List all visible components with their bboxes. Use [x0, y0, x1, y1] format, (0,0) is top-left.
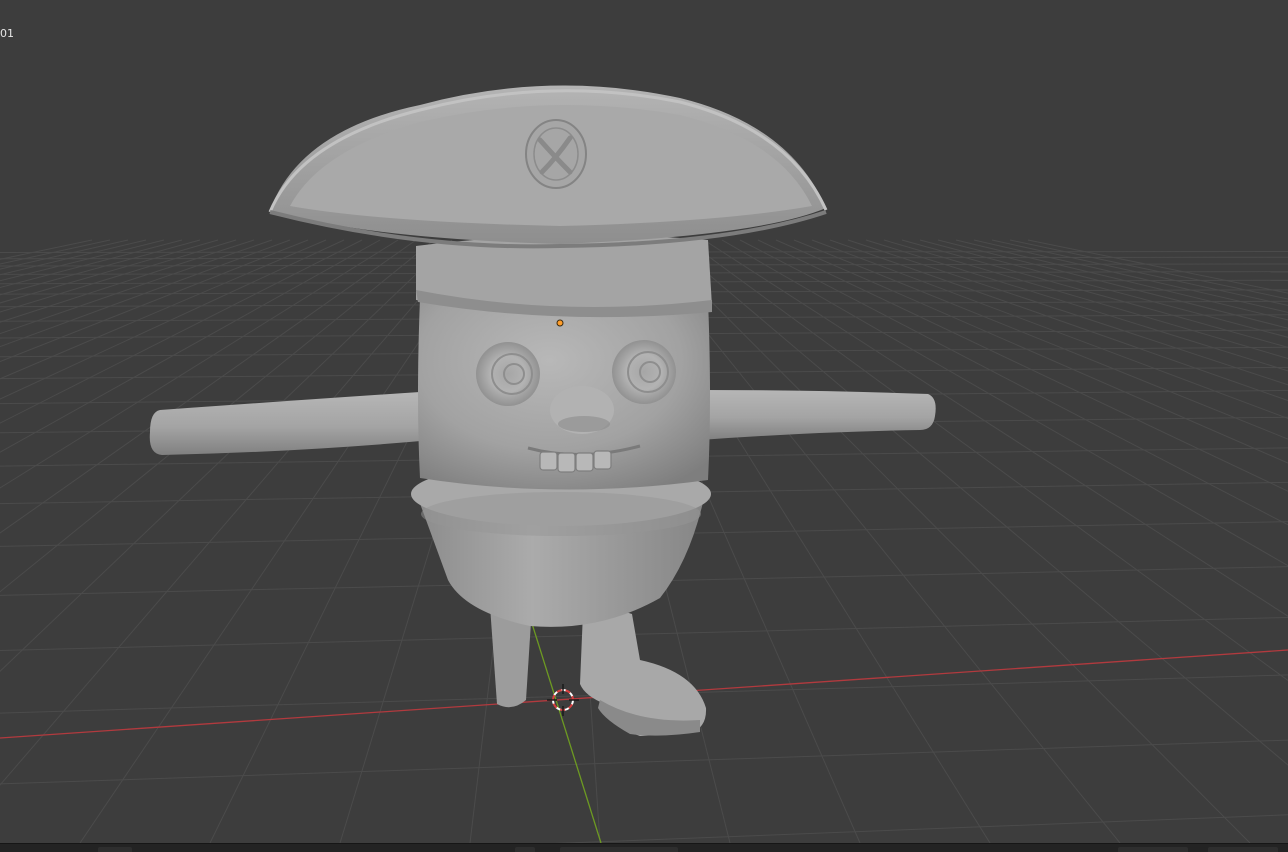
object-origin-dot[interactable]: [556, 319, 564, 327]
right-arm: [700, 390, 936, 440]
status-bar-chip: [1118, 847, 1188, 852]
status-bar-chip: [98, 847, 132, 852]
pirate-model[interactable]: [149, 85, 936, 736]
viewport-canvas[interactable]: [0, 0, 1288, 843]
nose-shadow: [558, 416, 610, 432]
object-info-text: 01: [0, 27, 14, 40]
pot-rim-shadow: [421, 492, 701, 536]
status-bar-chip: [1208, 847, 1278, 852]
hat-button-icon: [525, 119, 587, 189]
left-eye: [476, 342, 540, 406]
right-eye: [612, 340, 676, 404]
status-bar-chip: [515, 847, 535, 852]
status-bar-chip: [560, 847, 678, 852]
3d-viewport[interactable]: 01: [0, 0, 1288, 843]
